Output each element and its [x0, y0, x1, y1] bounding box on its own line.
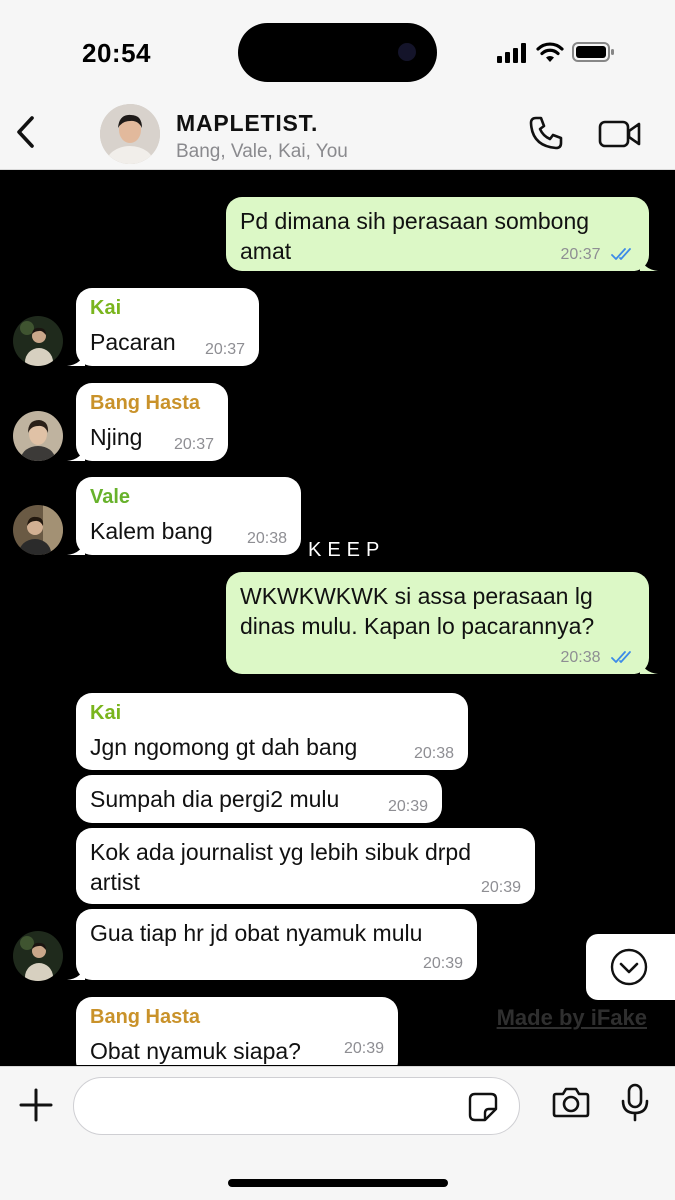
message-meta: 20:38: [561, 649, 636, 667]
scroll-down-button[interactable]: [586, 934, 675, 1000]
chat-members[interactable]: Bang, Vale, Kai, You: [176, 141, 348, 163]
message-text: WKWKWKWK si assa perasaan lg dinas mulu.…: [240, 583, 595, 639]
message-text: Jgn ngomong gt dah bang: [90, 734, 358, 760]
chat-title[interactable]: MAPLETIST.: [176, 110, 318, 137]
message-bubble-incoming[interactable]: Kai Jgn ngomong gt dah bang 20:38: [76, 693, 468, 770]
phone-icon[interactable]: [528, 115, 564, 151]
signal-icon: [497, 43, 526, 63]
video-icon[interactable]: [598, 119, 642, 149]
camera-icon[interactable]: [552, 1085, 590, 1119]
mic-icon[interactable]: [620, 1083, 650, 1123]
message-bubble-incoming[interactable]: Bang Hasta Njing 20:37: [67, 383, 228, 461]
avatar-vale[interactable]: [13, 505, 63, 555]
message-time: 20:39: [343, 1040, 384, 1057]
status-bar: 20:54: [0, 0, 675, 96]
message-time: 20:39: [480, 879, 521, 896]
sender-name: Kai: [90, 297, 122, 319]
composer-bar: [0, 1066, 675, 1200]
wifi-icon: [536, 42, 564, 62]
message-text: Sumpah dia pergi2 mulu: [90, 786, 340, 812]
message-bubble-outgoing[interactable]: WKWKWKWK si assa perasaan lg dinas mulu.…: [226, 572, 658, 674]
front-camera: [398, 43, 416, 61]
avatar-kai[interactable]: [13, 316, 63, 366]
message-bubble-outgoing[interactable]: Pd dimana sih perasaan sombong amat 20:3…: [226, 197, 658, 271]
chat-header: MAPLETIST. Bang, Vale, Kai, You: [0, 96, 675, 170]
message-text: Obat nyamuk siapa?: [90, 1038, 301, 1064]
scroll-down-icon: [610, 948, 648, 986]
sender-name: Bang Hasta: [90, 1006, 201, 1028]
message-time: 20:38: [560, 649, 601, 666]
status-time: 20:54: [82, 38, 151, 68]
message-time: 20:39: [387, 798, 428, 815]
watermark: Made by iFake: [496, 1005, 647, 1030]
bubble-tail: [67, 445, 85, 461]
read-ticks-icon: [611, 248, 631, 260]
sender-name: Bang Hasta: [90, 392, 201, 414]
message-bubble-incoming[interactable]: Sumpah dia pergi2 mulu 20:39: [76, 775, 442, 823]
message-time: 20:37: [204, 341, 245, 358]
message-list[interactable]: Pd dimana sih perasaan sombong amat 20:3…: [0, 171, 675, 1065]
message-bubble-incoming[interactable]: Kai Pacaran 20:37: [67, 288, 259, 366]
bubble-tail: [67, 539, 85, 555]
bubble-tail: [67, 964, 85, 980]
message-time: 20:38: [413, 745, 454, 762]
message-time: 20:37: [560, 246, 601, 263]
back-chevron-icon[interactable]: [12, 112, 42, 152]
sticker-icon[interactable]: [468, 1092, 498, 1122]
group-avatar[interactable]: [100, 104, 160, 164]
battery-icon: [572, 42, 614, 62]
message-bubble-incoming[interactable]: Kok ada journalist yg lebih sibuk drpd a…: [76, 828, 535, 904]
keep-overlay-text: KEEP: [308, 539, 386, 561]
sender-name: Vale: [90, 486, 131, 508]
bubble-tail: [67, 350, 85, 366]
avatar-bang-hasta[interactable]: [13, 411, 63, 461]
plus-icon[interactable]: [18, 1087, 54, 1123]
message-bubble-incoming[interactable]: Vale Kalem bang 20:38: [67, 477, 301, 555]
message-time: 20:37: [173, 436, 214, 453]
read-ticks-icon: [611, 651, 631, 663]
message-meta: 20:37: [561, 246, 636, 264]
avatar-kai[interactable]: [13, 931, 63, 981]
home-indicator: [228, 1179, 448, 1187]
message-text: Kok ada journalist yg lebih sibuk drpd a…: [90, 839, 472, 895]
message-time: 20:39: [422, 955, 463, 972]
message-time: 20:38: [246, 530, 287, 547]
bubble-tail: [640, 658, 658, 674]
message-input[interactable]: [73, 1077, 520, 1135]
bubble-tail: [640, 255, 658, 271]
sender-name: Kai: [90, 702, 122, 724]
message-text: Gua tiap hr jd obat nyamuk mulu: [90, 920, 423, 946]
message-bubble-incoming[interactable]: Bang Hasta Obat nyamuk siapa? 20:39: [76, 997, 398, 1065]
message-bubble-incoming[interactable]: Gua tiap hr jd obat nyamuk mulu 20:39: [67, 909, 477, 980]
